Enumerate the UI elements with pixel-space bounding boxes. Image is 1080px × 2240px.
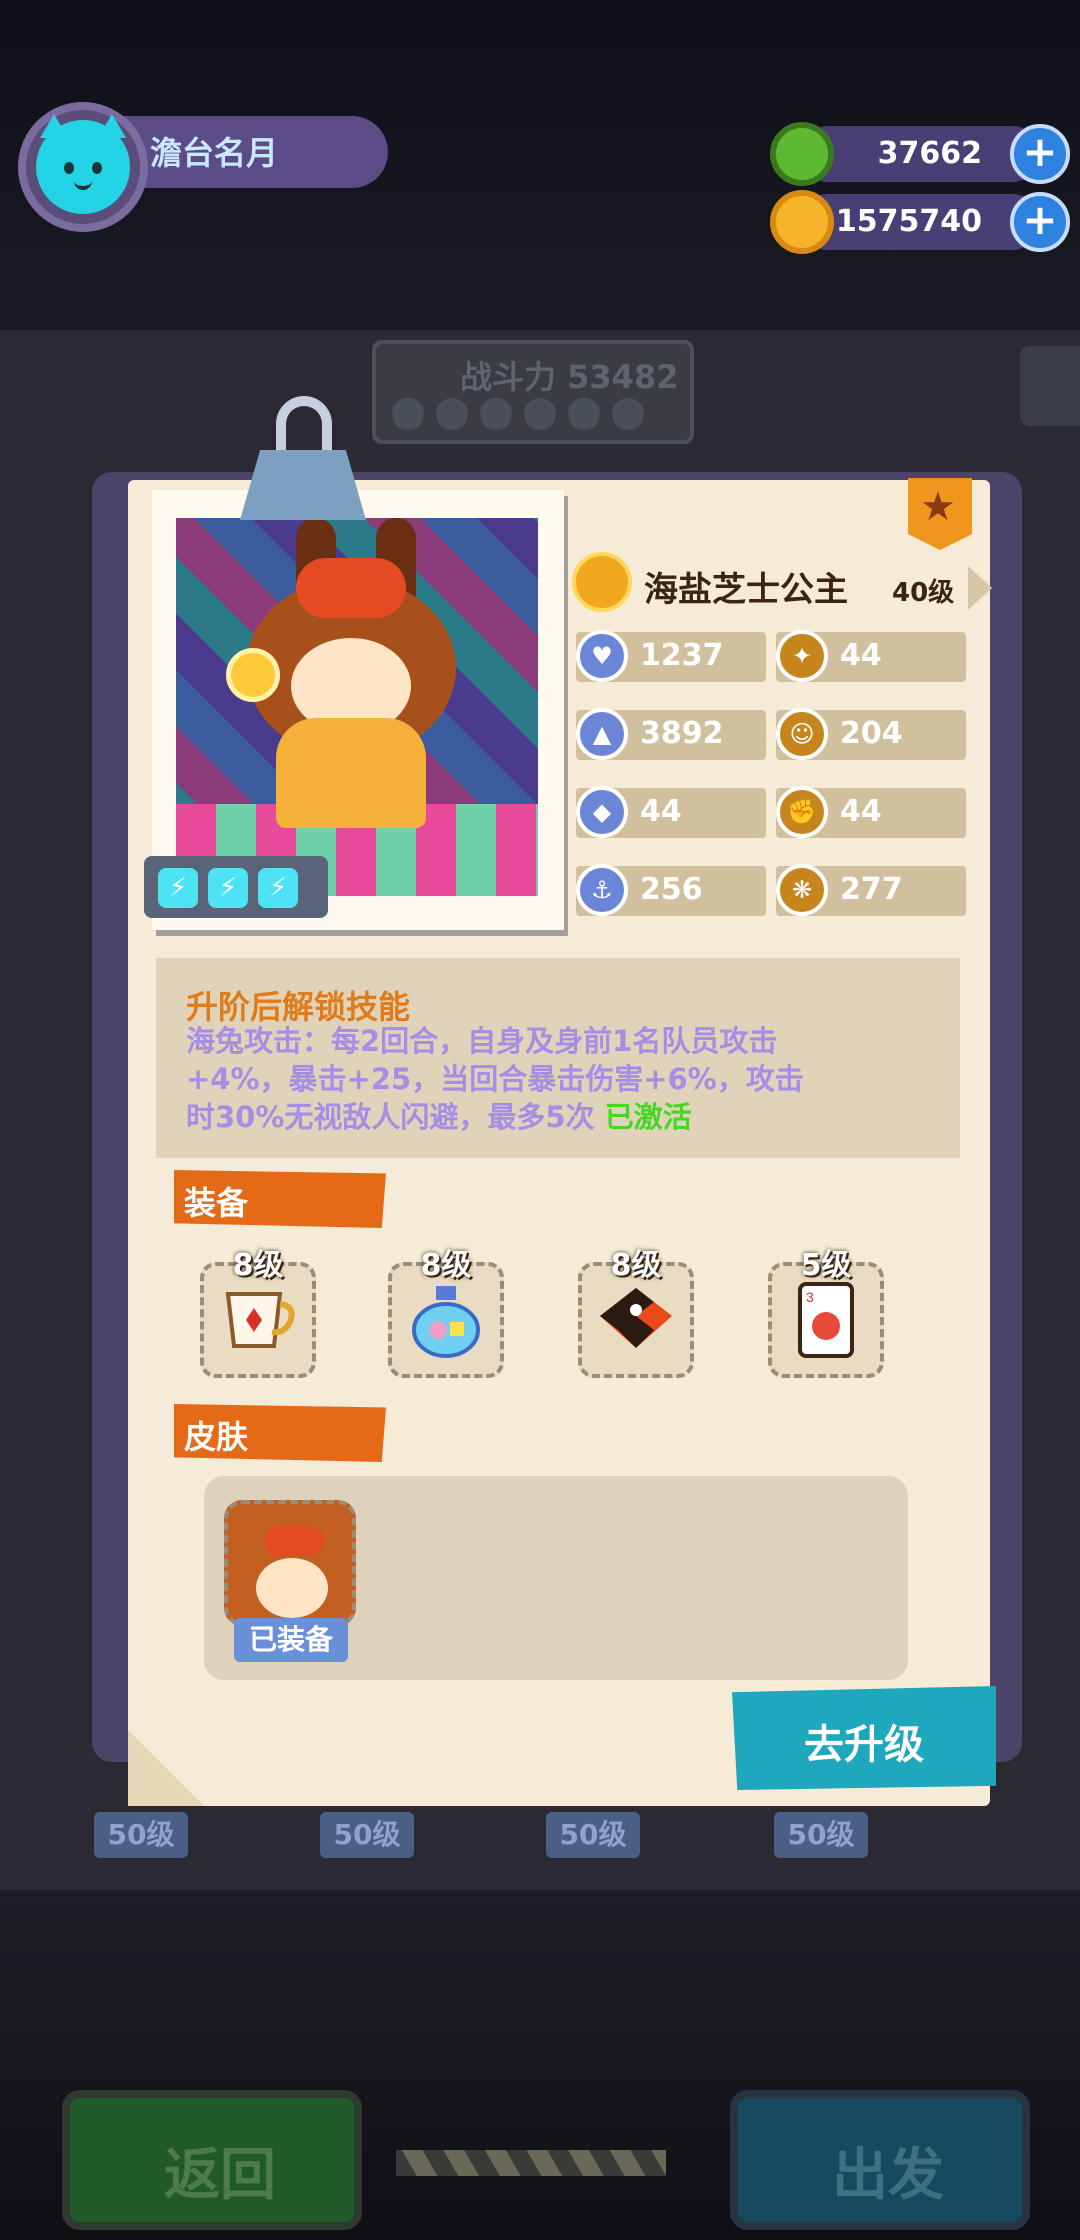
lemon-ornament — [226, 648, 280, 702]
lightning-icon: ⚡ — [208, 868, 248, 908]
character-dress — [276, 718, 426, 828]
element-dot-icon — [568, 398, 600, 430]
anchor-icon: ⚓ — [576, 864, 628, 916]
skin-bow — [264, 1526, 324, 1556]
avatar[interactable] — [36, 120, 130, 214]
character-name: 海盐芝士公主 — [644, 570, 848, 610]
crit-icon: ✦ — [776, 630, 828, 682]
stat-hp: 1237 — [640, 638, 724, 673]
stat-dodge: 277 — [840, 872, 903, 907]
smile-icon: ☺ — [776, 708, 828, 760]
power-label: 战斗力 53482 — [460, 358, 679, 396]
character-bow — [296, 558, 406, 618]
side-menu-icon[interactable] — [1020, 346, 1080, 426]
muscle-icon: ✊ — [776, 786, 828, 838]
equipment-level: 8级 — [420, 1248, 472, 1283]
upgrade-button[interactable]: 去升级 — [732, 1686, 996, 1790]
playing-card-icon: 3 — [798, 1282, 854, 1358]
gem-count: 37662 — [877, 136, 982, 171]
equipment-level: 8级 — [610, 1248, 662, 1283]
element-dot-icon — [612, 398, 644, 430]
attack-icon: ▲ — [576, 708, 628, 760]
depart-button[interactable]: 出发 — [730, 2090, 1030, 2230]
bottle-icon — [412, 1286, 480, 1358]
teacup-icon — [225, 1292, 295, 1348]
level-badge: 50级 — [94, 1812, 188, 1858]
stat-speed: 256 — [640, 872, 703, 907]
level-badge: 50级 — [320, 1812, 414, 1858]
add-coins-button[interactable]: + — [1010, 192, 1070, 252]
resource-bar-gems: 37662 — [800, 126, 1040, 182]
stat-strength: 44 — [840, 794, 882, 829]
equipment-section-header: 装备 — [174, 1170, 386, 1228]
skill-status: 已激活 — [604, 1100, 692, 1134]
equipped-badge: 已装备 — [234, 1618, 348, 1662]
character-class-icon — [572, 552, 632, 612]
lightning-icon: ⚡ — [258, 868, 298, 908]
gold-planet-coin-icon — [770, 190, 834, 254]
star-icon: ★ — [920, 484, 956, 530]
heart-shield-icon: ♥ — [576, 630, 628, 682]
character-portrait — [176, 518, 538, 896]
add-gems-button[interactable]: + — [1010, 124, 1070, 184]
element-dot-icon — [480, 398, 512, 430]
coin-count: 1575740 — [835, 204, 982, 239]
element-dot-icon — [392, 398, 424, 430]
checkerboard-icon — [600, 1288, 672, 1348]
hazard-stripe — [396, 2150, 666, 2176]
svg-text:3: 3 — [806, 1289, 814, 1305]
back-button[interactable]: 返回 — [62, 2090, 362, 2230]
equipment-level: 8级 — [232, 1248, 284, 1283]
skin-slot[interactable] — [224, 1500, 356, 1626]
stat-defense: 44 — [640, 794, 682, 829]
skill-description: 海兔攻击：每2回合，自身及身前1名队员攻击+4%，暴击+25，当回合暴击伤害+6… — [186, 1024, 804, 1134]
player-name: 澹台名月 — [150, 134, 279, 172]
element-dot-icon — [436, 398, 468, 430]
element-dot-icon — [524, 398, 556, 430]
green-gem-coin-icon — [770, 122, 834, 186]
stat-crit: 44 — [840, 638, 882, 673]
paper-clip-icon — [240, 396, 366, 526]
stat-attack: 3892 — [640, 716, 724, 751]
defense-shield-icon: ◆ — [576, 786, 628, 838]
resource-bar-coins: 1575740 — [800, 194, 1040, 250]
level-badge: 50级 — [546, 1812, 640, 1858]
skin-section-header: 皮肤 — [174, 1404, 386, 1462]
stat-luck: 204 — [840, 716, 903, 751]
skin-face — [256, 1558, 328, 1618]
equipment-level: 5级 — [800, 1248, 852, 1283]
level-badge: 50级 — [774, 1812, 868, 1858]
character-level: 40级 — [892, 578, 955, 608]
lightning-icon: ⚡ — [158, 868, 198, 908]
dodge-icon: ❋ — [776, 864, 828, 916]
